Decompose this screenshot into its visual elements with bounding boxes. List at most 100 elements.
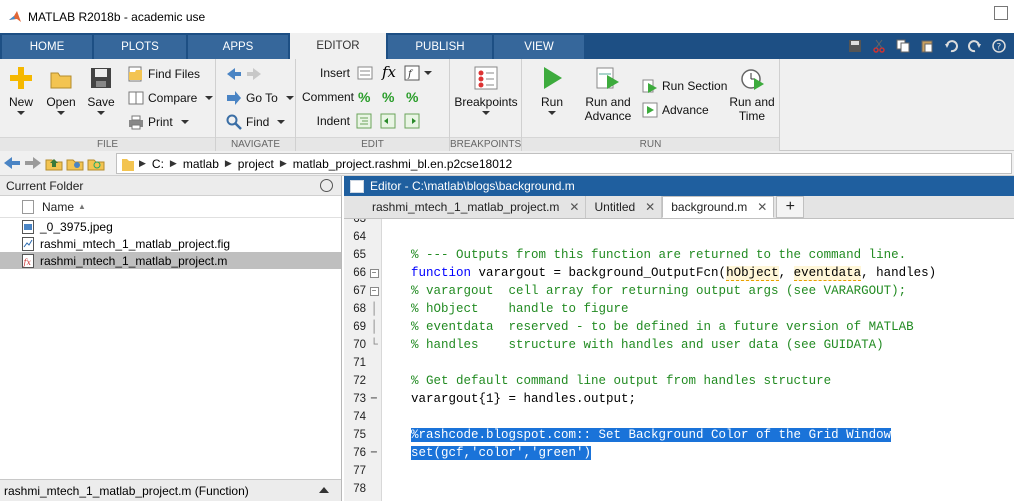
browse-folder-icon[interactable]: [66, 155, 84, 171]
breakpoints-label: Breakpoints: [454, 95, 518, 109]
breadcrumb-matlab[interactable]: matlab: [183, 157, 219, 171]
matlab-window: MATLAB R2018b - academic use HOME PLOTS …: [0, 0, 1014, 501]
comment-icon[interactable]: %: [358, 89, 370, 105]
run-section-button[interactable]: Run Section: [642, 76, 727, 96]
line-number: 73: [353, 393, 366, 405]
go-to-button[interactable]: Go To: [226, 88, 294, 108]
editor-tab-background[interactable]: background.m ✕: [662, 196, 775, 218]
go-to-label: Go To: [246, 91, 278, 105]
insert-function-icon[interactable]: fx: [382, 63, 396, 81]
svg-text:?: ?: [997, 43, 1002, 53]
save-icon[interactable]: [844, 36, 866, 56]
editor-tab-label: rashmi_mtech_1_matlab_project.m: [372, 200, 560, 214]
insert-section-icon[interactable]: [356, 65, 374, 81]
find-button[interactable]: Find: [226, 112, 286, 132]
keyword: function: [411, 266, 472, 280]
selected-text: set(gcf,'color','green'): [411, 446, 592, 460]
folder-icon: [122, 158, 134, 171]
paste-icon[interactable]: [916, 36, 938, 56]
tab-home[interactable]: HOME: [2, 35, 92, 59]
back-icon[interactable]: [226, 66, 242, 82]
editor-title: Editor - C:\matlab\blogs\background.m: [370, 179, 575, 193]
file-row[interactable]: _0_3975.jpeg: [0, 218, 341, 235]
editor-icon: [350, 179, 364, 193]
advance-label: Advance: [662, 103, 709, 117]
editor-tab-label: Untitled: [594, 200, 636, 214]
increase-indent-icon[interactable]: [404, 113, 420, 129]
find-files-label: Find Files: [148, 67, 201, 81]
run-section-label: RUN: [522, 137, 779, 151]
editor-tab-untitled[interactable]: Untitled ✕: [586, 196, 663, 218]
close-icon[interactable]: ✕: [569, 200, 579, 214]
file-row-selected[interactable]: fx rashmi_mtech_1_matlab_project.m: [0, 252, 341, 269]
insert-script-icon[interactable]: f: [404, 65, 422, 81]
uncomment-icon[interactable]: %: [382, 89, 394, 105]
tab-view[interactable]: VIEW: [494, 35, 584, 59]
details-bar[interactable]: rashmi_mtech_1_matlab_project.m (Functio…: [0, 479, 341, 501]
file-name: _0_3975.jpeg: [40, 219, 113, 234]
open-button[interactable]: Open: [44, 65, 78, 115]
search-folder-icon[interactable]: [87, 155, 105, 171]
advance-button[interactable]: Advance: [642, 100, 709, 120]
new-icon: [10, 67, 32, 89]
tab-apps[interactable]: APPS: [188, 35, 288, 59]
decrease-indent-icon[interactable]: [380, 113, 396, 129]
line-text: % hObject handle to figure: [411, 302, 629, 316]
breadcrumb-drive[interactable]: C:: [152, 157, 164, 171]
redo-icon[interactable]: [964, 36, 986, 56]
close-icon[interactable]: ✕: [645, 200, 655, 214]
line-number: 75: [353, 429, 366, 441]
line-number: 67: [353, 285, 366, 297]
breakpoints-button[interactable]: Breakpoints: [454, 65, 518, 115]
cut-icon[interactable]: [868, 36, 890, 56]
window-control-icon[interactable]: [994, 6, 1008, 20]
file-row[interactable]: rashmi_mtech_1_matlab_project.fig: [0, 235, 341, 252]
close-icon[interactable]: ✕: [757, 200, 767, 214]
print-button[interactable]: Print: [128, 112, 189, 132]
ribbon-section-navigate: Go To Find NAVIGATE: [216, 59, 296, 151]
navigate-arrows: [226, 64, 266, 84]
smart-indent-icon[interactable]: [356, 113, 372, 129]
path-separator-icon: ▶: [224, 158, 232, 168]
copy-icon[interactable]: [892, 36, 914, 56]
fold-collapse-icon[interactable]: −: [369, 268, 379, 278]
toolstrip-tabs: HOME PLOTS APPS EDITOR PUBLISH VIEW ?: [0, 33, 1014, 59]
breadcrumb-current[interactable]: matlab_project.rashmi_bl.en.p2cse18012: [293, 157, 512, 171]
tab-plots[interactable]: PLOTS: [94, 35, 186, 59]
breadcrumb-project[interactable]: project: [238, 157, 274, 171]
code-area[interactable]: 63 64 65 % --- Outputs from this function…: [344, 219, 1014, 501]
editor-tab-rashmi[interactable]: rashmi_mtech_1_matlab_project.m ✕: [364, 196, 587, 218]
editor-header: Editor - C:\matlab\blogs\background.m: [344, 176, 1014, 196]
undo-icon[interactable]: [940, 36, 962, 56]
forward-icon[interactable]: [246, 66, 262, 82]
folder-icon: [50, 72, 72, 89]
line-number: 65: [353, 249, 366, 261]
code-line: 69 │% eventdata reserved - to be defined …: [344, 318, 1014, 336]
svg-text:fx: fx: [23, 258, 32, 267]
fold-collapse-icon[interactable]: −: [369, 286, 379, 296]
save-button[interactable]: Save: [84, 65, 118, 115]
up-folder-icon[interactable]: [45, 155, 63, 171]
compare-button[interactable]: Compare: [128, 88, 214, 108]
help-icon[interactable]: ?: [988, 36, 1010, 56]
name-column-header[interactable]: Name: [42, 200, 74, 214]
back-icon[interactable]: [3, 155, 21, 171]
wrap-comments-icon[interactable]: %: [406, 89, 418, 105]
insert-dropdown-icon[interactable]: [424, 71, 432, 75]
new-tab-button[interactable]: +: [776, 196, 805, 218]
find-files-button[interactable]: Find Files: [128, 64, 200, 84]
code-line: 65 % --- Outputs from this function are r…: [344, 246, 1014, 264]
run-and-advance-button[interactable]: Run and Advance: [580, 65, 636, 123]
forward-icon[interactable]: [24, 155, 42, 171]
run-button[interactable]: Run: [532, 65, 572, 115]
code-line: 70 └% handles structure with handles and …: [344, 336, 1014, 354]
expand-details-icon[interactable]: [319, 487, 329, 493]
run-and-time-button[interactable]: Run and Time: [726, 65, 778, 123]
edit-section-label: EDIT: [296, 137, 449, 151]
tab-publish[interactable]: PUBLISH: [388, 35, 492, 59]
panel-menu-icon[interactable]: [320, 179, 333, 192]
tab-editor[interactable]: EDITOR: [290, 33, 386, 59]
new-button[interactable]: New: [4, 65, 38, 115]
line-text: ,: [778, 266, 794, 280]
path-field[interactable]: ▶ C: ▶ matlab ▶ project ▶ matlab_project…: [116, 153, 1012, 174]
